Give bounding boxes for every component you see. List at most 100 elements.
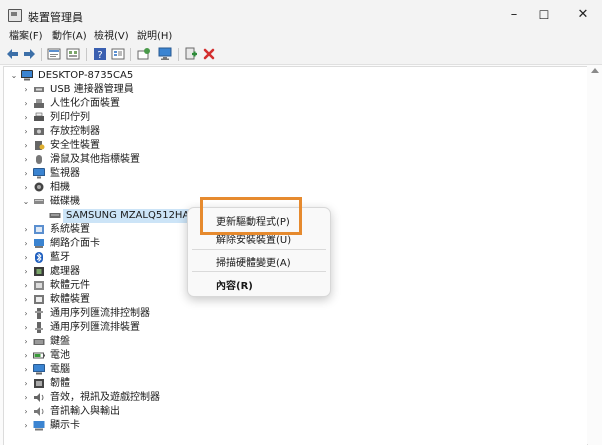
expand-chevron-icon[interactable]: › <box>21 377 31 391</box>
scan-hardware-icon[interactable] <box>137 47 151 61</box>
printer-icon <box>34 112 44 121</box>
tree-item[interactable]: › 列印佇列 <box>21 111 261 125</box>
tree-item[interactable]: › 鍵盤 <box>21 335 261 349</box>
svg-text:?: ? <box>97 50 102 61</box>
menu-file[interactable]: 檔案(F) <box>9 30 43 44</box>
bluetooth-icon <box>35 252 43 263</box>
expand-chevron-icon[interactable]: › <box>21 405 31 419</box>
usb-device-icon <box>35 322 43 333</box>
uninstall-icon[interactable] <box>202 47 216 61</box>
maximize-button[interactable]: ☐ <box>527 0 561 30</box>
update-driver-icon[interactable] <box>184 47 198 61</box>
menu-item-properties[interactable]: 內容(R) <box>216 277 253 292</box>
view-icon[interactable] <box>111 47 125 61</box>
close-button[interactable]: ✕ <box>566 0 600 30</box>
tree-item[interactable]: › 電腦 <box>21 363 261 377</box>
camera-icon <box>34 182 44 192</box>
tree-item[interactable]: › 安全性裝置 <box>21 139 261 153</box>
menu-separator <box>192 271 326 272</box>
tree-item[interactable]: › 相機 <box>21 181 261 195</box>
usb-connector-icon <box>34 87 44 92</box>
expand-chevron-icon[interactable]: › <box>21 153 31 167</box>
computer-icon <box>21 70 33 81</box>
tree-root[interactable]: ⌄ DESKTOP-8735CA5 <box>9 69 209 83</box>
back-arrow-icon[interactable] <box>6 47 20 61</box>
expand-chevron-icon[interactable]: › <box>21 321 31 335</box>
device-manager-app-icon <box>8 9 22 22</box>
monitor-icon <box>33 168 45 179</box>
tree-item[interactable]: › 電池 <box>21 349 261 363</box>
expand-chevron-icon[interactable]: › <box>21 139 31 153</box>
properties-icon[interactable] <box>47 47 61 61</box>
disk-drive-icon <box>34 199 44 204</box>
ssd-icon <box>49 213 61 218</box>
expand-chevron-icon[interactable]: › <box>21 363 31 377</box>
tree-item[interactable]: › USB 連接器管理員 <box>21 83 261 97</box>
expand-chevron-icon[interactable]: › <box>21 223 31 237</box>
highlight-box <box>200 197 302 235</box>
computer-icon <box>33 364 45 375</box>
expand-chevron-icon[interactable]: › <box>21 167 31 181</box>
security-device-icon <box>35 141 45 150</box>
expand-chevron-icon[interactable]: › <box>21 181 31 195</box>
tree-item[interactable]: › 音訊輸入與輸出 <box>21 405 261 419</box>
collapse-chevron-icon[interactable]: ⌄ <box>9 69 19 83</box>
menu-separator <box>192 249 326 250</box>
expand-chevron-icon[interactable]: › <box>21 307 31 321</box>
battery-icon <box>33 352 45 359</box>
tree-item[interactable]: › 人性化介面裝置 <box>21 97 261 111</box>
scroll-up-arrow-icon[interactable] <box>591 68 599 73</box>
menu-bar: 檔案(F) 動作(A) 檢視(V) 說明(H) <box>0 30 602 44</box>
tree-item[interactable]: › 通用序列匯流排裝置 <box>21 321 261 335</box>
tree-item[interactable]: › 滑鼠及其他指標裝置 <box>21 153 261 167</box>
sound-icon <box>34 393 44 402</box>
menu-view[interactable]: 檢視(V) <box>94 30 129 44</box>
expand-chevron-icon[interactable]: › <box>21 237 31 251</box>
expand-chevron-icon[interactable]: › <box>21 251 31 265</box>
expand-chevron-icon[interactable]: › <box>21 265 31 279</box>
monitor-icon[interactable] <box>158 47 172 61</box>
tree-item[interactable]: › 存放控制器 <box>21 125 261 139</box>
expand-chevron-icon[interactable]: › <box>21 111 31 125</box>
processor-icon <box>34 267 44 276</box>
expand-chevron-icon[interactable]: › <box>21 349 31 363</box>
hid-icon <box>34 99 44 108</box>
system-device-icon <box>34 225 44 234</box>
software-component-icon <box>34 281 44 290</box>
keyboard-icon <box>33 339 45 345</box>
expand-chevron-icon[interactable]: › <box>21 335 31 349</box>
window-title: 裝置管理員 <box>28 11 83 24</box>
mouse-icon <box>36 155 42 164</box>
expand-chevron-icon[interactable]: › <box>21 419 31 433</box>
tree-item[interactable]: › 通用序列匯流排控制器 <box>21 307 261 321</box>
firmware-icon <box>34 379 44 388</box>
menu-item-scan-hardware[interactable]: 掃描硬體變更(A) <box>216 254 291 269</box>
usb-controller-icon <box>35 308 43 319</box>
expand-chevron-icon[interactable]: › <box>21 125 31 139</box>
tree-item[interactable]: › 顯示卡 <box>21 419 261 433</box>
vertical-scrollbar[interactable] <box>587 66 601 444</box>
tree-item[interactable]: › 音效，視訊及遊戲控制器 <box>21 391 261 405</box>
menu-action[interactable]: 動作(A) <box>52 30 87 44</box>
software-device-icon <box>34 295 44 304</box>
expand-chevron-icon[interactable]: › <box>21 83 31 97</box>
toolbar: ? <box>0 44 602 65</box>
show-hidden-icon[interactable] <box>66 47 80 61</box>
expand-chevron-icon[interactable]: › <box>21 279 31 293</box>
forward-arrow-icon[interactable] <box>22 47 36 61</box>
audio-io-icon <box>34 407 44 416</box>
tree-item[interactable]: › 韌體 <box>21 377 261 391</box>
minimize-button[interactable]: – <box>497 0 531 30</box>
title-bar: 裝置管理員 – ☐ ✕ <box>0 0 602 30</box>
expand-chevron-icon[interactable]: › <box>21 391 31 405</box>
network-adapter-icon <box>34 239 44 248</box>
help-icon[interactable]: ? <box>93 47 107 61</box>
tree-root-label: DESKTOP-8735CA5 <box>38 70 134 81</box>
display-adapter-icon <box>33 421 45 431</box>
expand-chevron-icon[interactable]: › <box>21 97 31 111</box>
collapse-chevron-icon[interactable]: ⌄ <box>21 195 31 209</box>
menu-help[interactable]: 說明(H) <box>137 30 172 44</box>
storage-controller-icon <box>34 128 44 135</box>
expand-chevron-icon[interactable]: › <box>21 293 31 307</box>
tree-item[interactable]: › 監視器 <box>21 167 261 181</box>
